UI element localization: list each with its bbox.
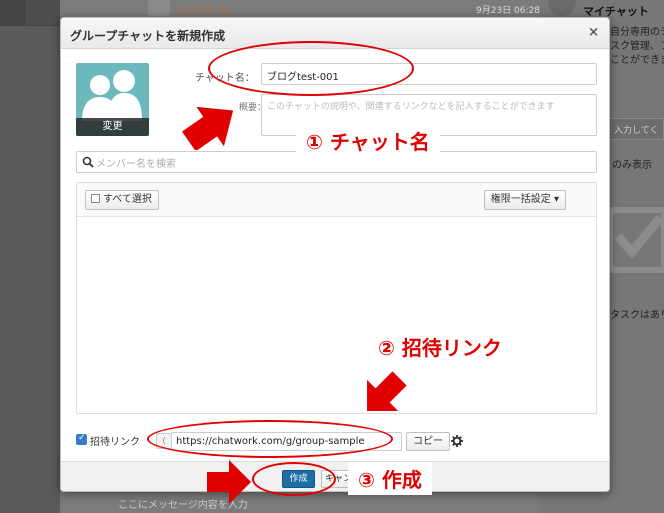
message-date: 9月23日 06:28 xyxy=(476,6,540,16)
description-placeholder: このチャットの説明や、関連するリンクなどを記入することができます xyxy=(267,102,555,112)
right-panel-task-empty: タスクはあり xyxy=(610,310,664,321)
arrow-icon xyxy=(207,460,251,504)
invite-link-label: 招待リンク xyxy=(90,437,140,448)
step-2-annotation: ② 招待リンク xyxy=(368,330,512,363)
group-icon-image: 変更 xyxy=(76,63,149,136)
select-all-label: すべて選択 xyxy=(103,194,152,205)
checkbox-icon xyxy=(91,194,100,203)
arrow-icon xyxy=(367,371,407,411)
step-1-annotation: ① チャット名 xyxy=(296,124,440,157)
member-list-toolbar: すべて選択 権限一括設定 ▾ xyxy=(77,183,596,217)
member-list: すべて選択 権限一括設定 ▾ xyxy=(76,182,597,414)
step-3-annotation: ③ 作成 xyxy=(348,462,432,495)
bulk-permission-dropdown[interactable]: 権限一括設定 ▾ xyxy=(483,190,566,210)
description-label: 概要： xyxy=(239,103,267,113)
right-panel-description: 自分専用のチ スク管理、フ ことができま xyxy=(610,27,664,66)
left-sidebar-active-item xyxy=(0,0,26,26)
dialog-title: グループチャットを新規作成 xyxy=(70,29,226,43)
close-icon[interactable]: × xyxy=(588,25,599,40)
chat-name-highlight xyxy=(208,41,414,96)
member-search-placeholder: メンバー名を検索 xyxy=(96,159,176,170)
search-icon xyxy=(82,156,94,168)
arrow-icon xyxy=(181,106,234,150)
left-sidebar xyxy=(0,0,60,513)
invite-link-checkbox[interactable] xyxy=(76,433,87,445)
right-panel-filter: のみ表示 xyxy=(612,160,652,171)
change-icon-button[interactable]: 変更 xyxy=(76,118,149,136)
invite-link-highlight xyxy=(147,420,393,458)
copy-button[interactable]: コピー xyxy=(406,432,450,451)
gear-icon[interactable] xyxy=(451,435,463,447)
message-sender-name: たびびと JIN xyxy=(175,6,232,17)
select-all-button[interactable]: すべて選択 xyxy=(85,190,159,210)
create-button-highlight xyxy=(252,462,336,496)
right-panel-input: 入力してく xyxy=(605,118,664,140)
message-avatar xyxy=(148,0,170,16)
people-icon xyxy=(82,70,142,121)
